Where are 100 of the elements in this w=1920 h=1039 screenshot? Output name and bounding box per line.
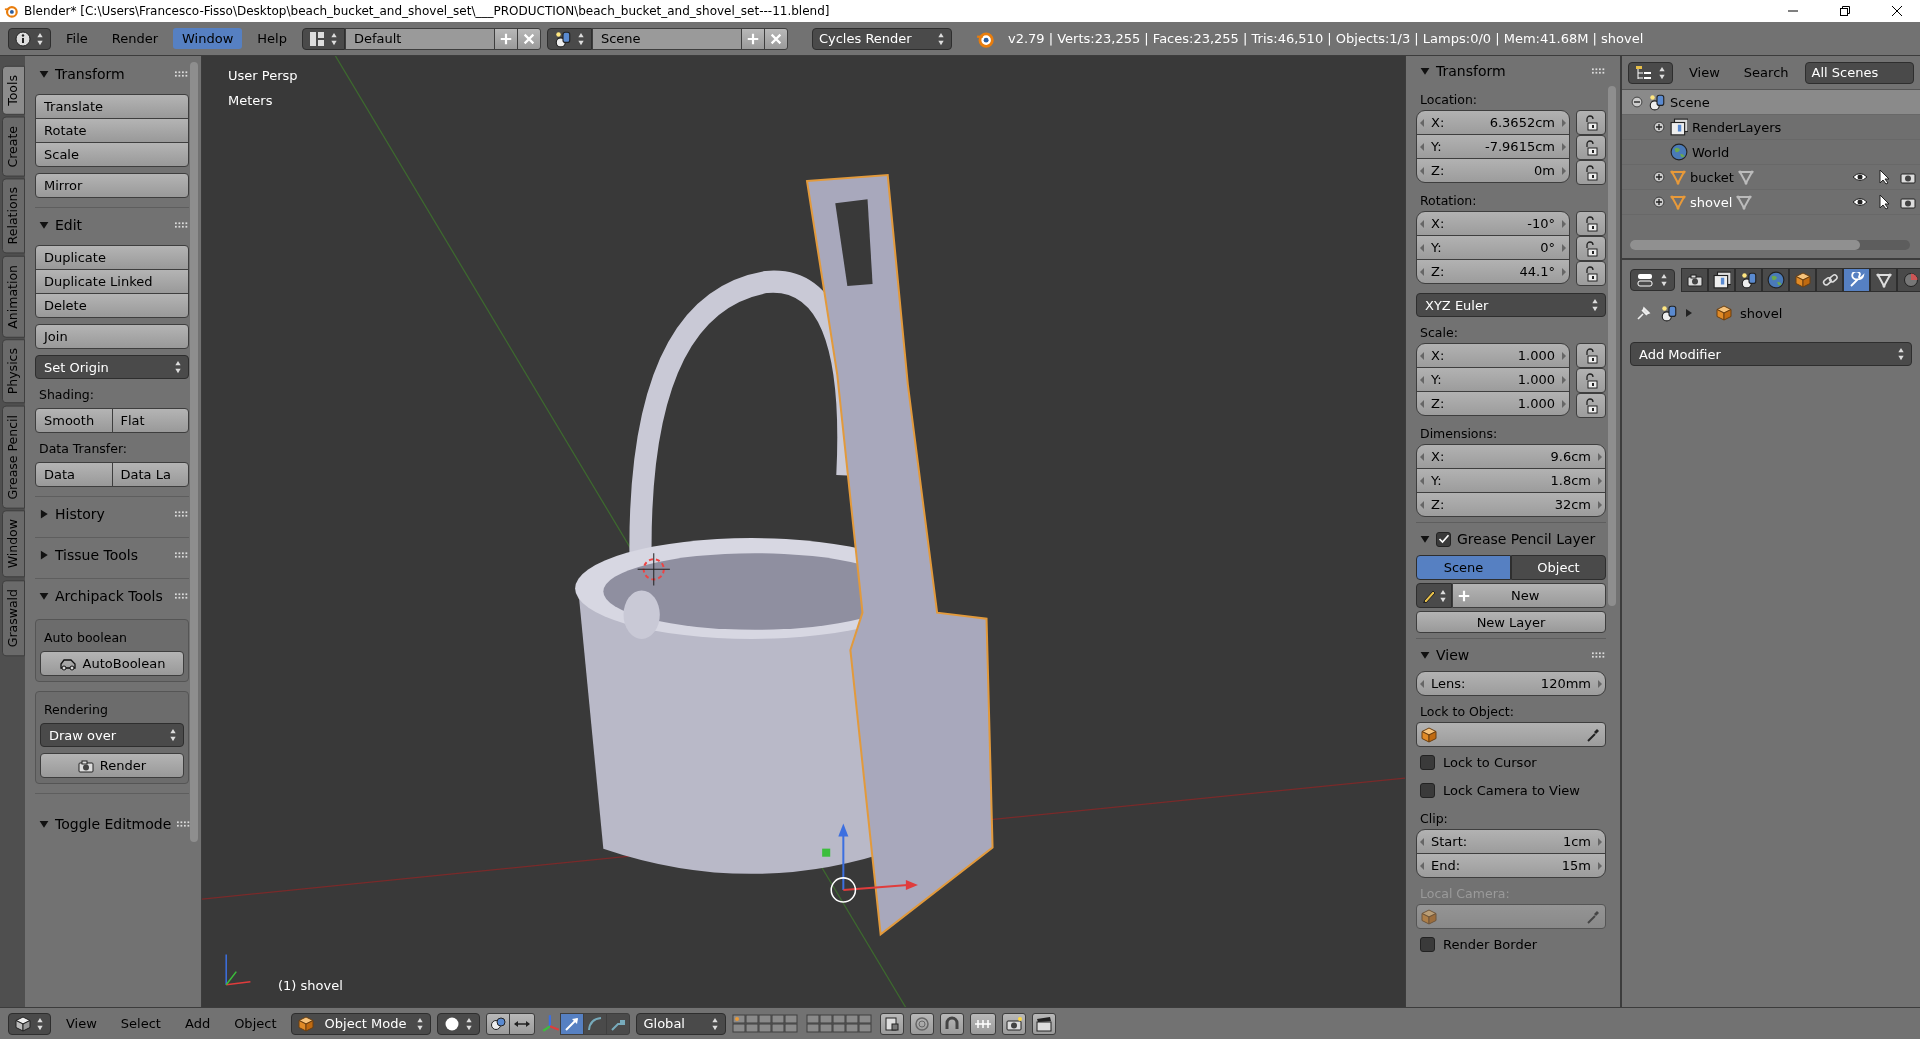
tool-button[interactable]: Data La	[111, 462, 189, 487]
layout-name-field[interactable]: Default	[344, 27, 495, 50]
tool-tab[interactable]: Create	[2, 116, 25, 177]
filter-dropdown[interactable]: All Scenes	[1804, 61, 1914, 84]
tool-button[interactable]: Scale	[35, 142, 189, 167]
number-field[interactable]: Y: 1.8cm	[1416, 468, 1606, 493]
scrollbar-track[interactable]	[1630, 240, 1910, 250]
properties-tab[interactable]	[1681, 268, 1708, 292]
outliner-item[interactable]: Scene	[1622, 90, 1920, 115]
number-field[interactable]: Lens: 120mm	[1416, 671, 1606, 696]
tool-button[interactable]: Mirror	[35, 173, 189, 198]
menu-item[interactable]: Add	[175, 1013, 220, 1034]
number-field[interactable]: Start: 1cm	[1416, 829, 1606, 854]
tool-button[interactable]: Render	[40, 753, 184, 778]
lock-button[interactable]	[1576, 211, 1606, 236]
orientation-dropdown[interactable]: Global	[636, 1012, 727, 1035]
shading-dropdown[interactable]	[437, 1012, 481, 1035]
lock-button[interactable]	[1576, 343, 1606, 368]
editor-type-button[interactable]	[1630, 269, 1675, 291]
panel-title[interactable]: Transform	[55, 66, 169, 82]
panel-title[interactable]: View	[1436, 647, 1586, 663]
number-field[interactable]: Z: 1.000	[1416, 391, 1570, 416]
properties-tab[interactable]	[1708, 268, 1735, 292]
checkbox[interactable]	[1436, 531, 1451, 547]
tool-tab[interactable]: Animation	[2, 255, 25, 338]
lock-button[interactable]	[1576, 261, 1606, 286]
dropdown[interactable]: Set Origin	[35, 355, 189, 379]
toggle-tab[interactable]: Object	[1511, 555, 1606, 580]
properties-tab[interactable]	[1843, 268, 1870, 292]
lock-button[interactable]	[1576, 393, 1606, 418]
properties-tab[interactable]	[1735, 268, 1762, 292]
add-button[interactable]	[740, 27, 765, 50]
tool-tab[interactable]: Grease Pencil	[2, 405, 25, 509]
menu-item[interactable]: Help	[248, 28, 296, 49]
outliner-item[interactable]: bucket	[1622, 165, 1920, 190]
scene-picker[interactable]	[546, 27, 592, 50]
properties-tab[interactable]	[1789, 268, 1816, 292]
tool-tab[interactable]: Relations	[2, 178, 25, 254]
checkbox[interactable]	[1420, 937, 1435, 952]
dropdown[interactable]: Draw over	[40, 723, 184, 747]
lock-button[interactable]	[1576, 110, 1606, 135]
panel-title[interactable]: Edit	[55, 217, 169, 233]
tool-tab[interactable]: Tools	[2, 66, 25, 115]
panel-title[interactable]: History	[55, 506, 169, 522]
tool-button[interactable]: Translate	[35, 94, 189, 119]
number-field[interactable]: Y: 0°	[1416, 235, 1570, 260]
checkbox[interactable]	[1420, 755, 1435, 770]
panel-title[interactable]: Grease Pencil Layer	[1457, 531, 1606, 547]
tool-tab[interactable]: Graswald	[2, 579, 25, 656]
tool-button[interactable]: Duplicate Linked	[35, 269, 189, 294]
tool-button[interactable]: Rotate	[35, 118, 189, 143]
editor-type-button[interactable]	[1628, 61, 1673, 84]
manipulator-toggle[interactable]	[509, 1012, 536, 1035]
number-field[interactable]: Z: 44.1°	[1416, 259, 1570, 284]
pivot-button[interactable]	[486, 1012, 511, 1035]
tool-button[interactable]: Delete	[35, 293, 189, 318]
render-animation-button[interactable]	[1032, 1012, 1057, 1035]
menu-item[interactable]: Window	[173, 28, 243, 49]
lock-layers-button[interactable]	[880, 1012, 905, 1035]
tool-button[interactable]: Flat	[111, 408, 189, 433]
tool-button[interactable]: AutoBoolean	[40, 651, 184, 676]
render-button[interactable]	[1002, 1012, 1027, 1035]
remove-button[interactable]	[763, 27, 788, 50]
new-layer-button[interactable]: New Layer	[1416, 611, 1606, 633]
menu-item[interactable]: File	[57, 28, 97, 49]
properties-tab[interactable]	[1816, 268, 1843, 292]
outliner-item[interactable]: World	[1622, 140, 1920, 165]
menu-item[interactable]: Select	[111, 1013, 170, 1034]
number-field[interactable]: Y: 1.000	[1416, 367, 1570, 392]
object-field[interactable]	[1416, 722, 1606, 747]
scrollbar[interactable]	[190, 62, 198, 842]
tool-button[interactable]: Data	[35, 462, 113, 487]
number-field[interactable]: Z: 0m	[1416, 158, 1570, 183]
tool-button[interactable]: Duplicate	[35, 245, 189, 270]
layout-picker[interactable]	[301, 27, 345, 50]
number-field[interactable]: X: 9.6cm	[1416, 444, 1606, 469]
editor-type-button[interactable]	[8, 1012, 51, 1035]
lock-button[interactable]	[1576, 160, 1606, 185]
outliner-item[interactable]: RenderLayers	[1622, 115, 1920, 140]
add-button[interactable]	[493, 27, 518, 50]
panel-title[interactable]: Transform	[1436, 63, 1586, 79]
scrollbar-thumb[interactable]	[1630, 240, 1860, 250]
menu-item[interactable]: Render	[102, 28, 168, 49]
number-field[interactable]: X: -10°	[1416, 211, 1570, 236]
lock-button[interactable]	[1576, 368, 1606, 393]
pencil-dropdown[interactable]	[1416, 583, 1452, 608]
scrollbar[interactable]	[1608, 86, 1616, 606]
panel-title[interactable]: Archipack Tools	[55, 588, 169, 604]
outliner-item[interactable]: shovel	[1622, 190, 1920, 215]
snap-button[interactable]	[940, 1012, 965, 1035]
snap-element-button[interactable]	[970, 1012, 997, 1035]
new-button[interactable]: New	[1452, 583, 1606, 608]
toggle-tab[interactable]: Scene	[1416, 555, 1511, 580]
lock-button[interactable]	[1576, 236, 1606, 261]
number-field[interactable]: End: 15m	[1416, 853, 1606, 878]
dropdown[interactable]: XYZ Euler	[1416, 293, 1606, 317]
add-modifier-dropdown[interactable]: Add Modifier	[1630, 342, 1912, 366]
properties-tab[interactable]	[1870, 268, 1897, 292]
tool-tab[interactable]: Physics	[2, 339, 25, 404]
panel-title[interactable]: Tissue Tools	[55, 547, 169, 563]
